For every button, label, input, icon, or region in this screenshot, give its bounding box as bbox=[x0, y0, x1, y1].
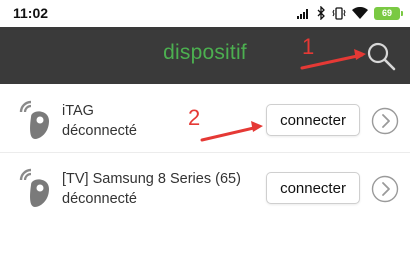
annotation-arrow-1 bbox=[300, 49, 366, 70]
annotation-arrow-2 bbox=[200, 121, 263, 142]
annotation-arrows bbox=[200, 49, 366, 142]
